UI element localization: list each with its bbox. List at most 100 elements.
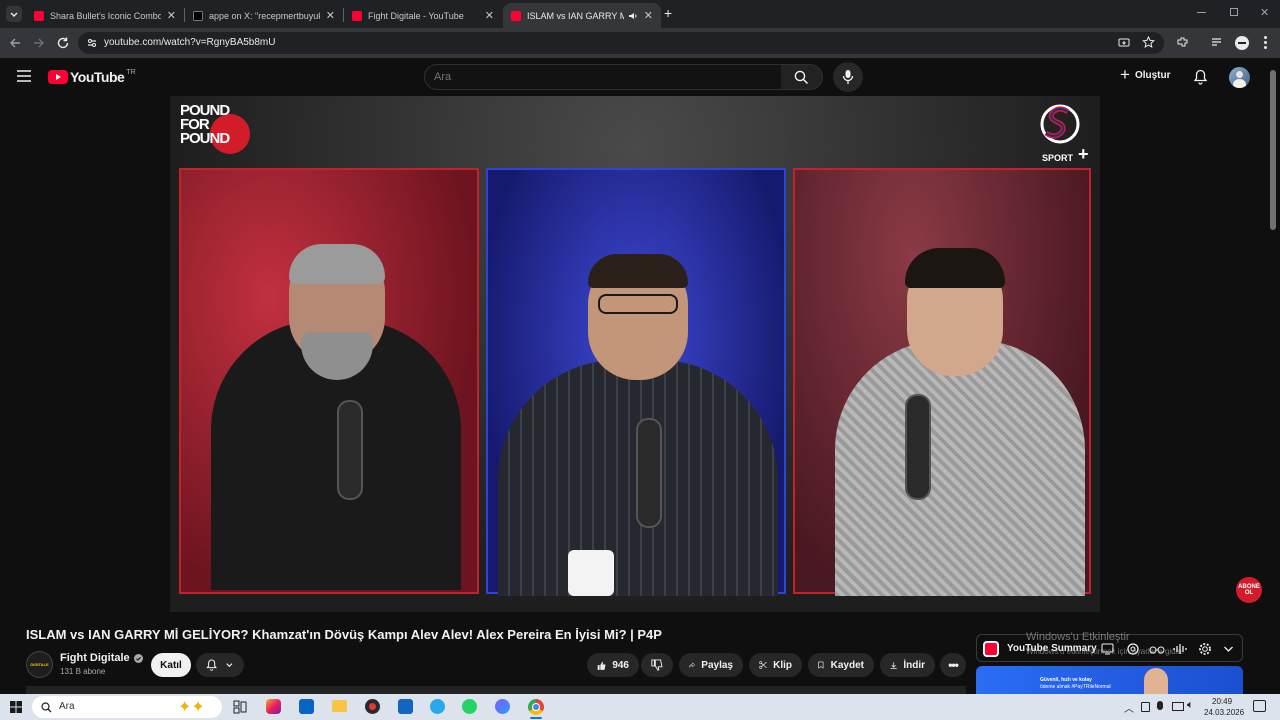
profile-icon[interactable] bbox=[1235, 36, 1249, 50]
create-button[interactable]: + Oluştur bbox=[1120, 65, 1171, 84]
share-button[interactable]: Paylaş bbox=[679, 653, 743, 677]
tab-close-icon[interactable]: ✕ bbox=[167, 9, 176, 22]
youtube-logo[interactable]: YouTube TR bbox=[48, 69, 136, 85]
settings-gear-icon[interactable] bbox=[1198, 642, 1212, 656]
watermark-line-2: Windows'u etkinleştirmek için Ayarlar'a … bbox=[1026, 647, 1185, 656]
taskbar-search-text: Ara bbox=[59, 701, 75, 712]
active-app-indicator bbox=[530, 717, 542, 719]
summary-logo-icon bbox=[983, 641, 999, 657]
messenger-icon[interactable] bbox=[495, 699, 510, 714]
minimize-button[interactable] bbox=[1197, 12, 1206, 13]
bookmark-star-icon[interactable] bbox=[1142, 36, 1155, 49]
ad-banner[interactable]: Güvenli, hızlı ve kolay ödeme almak #Pay… bbox=[976, 666, 1243, 694]
search-button[interactable] bbox=[781, 64, 823, 90]
tray-volume-icon[interactable]: 🔈︎ bbox=[1187, 699, 1194, 712]
tab-search-button[interactable] bbox=[6, 6, 22, 22]
browser-toolbar: youtube.com/watch?v=RgnyBA5b8mU bbox=[0, 28, 1280, 58]
account-avatar[interactable] bbox=[1229, 67, 1250, 88]
install-app-icon[interactable] bbox=[1118, 37, 1130, 49]
clip-label: Klip bbox=[773, 659, 792, 671]
browser-tab[interactable]: Fight Digitale - YouTube ✕ bbox=[344, 3, 502, 28]
dislike-button[interactable] bbox=[641, 653, 673, 677]
trello-icon[interactable] bbox=[398, 699, 413, 714]
task-view-icon[interactable] bbox=[233, 700, 247, 714]
forward-arrow-icon[interactable] bbox=[32, 36, 46, 50]
back-arrow-icon[interactable] bbox=[8, 36, 22, 50]
taskbar-date[interactable]: 24.03.2026 bbox=[1204, 708, 1244, 717]
tab-close-icon[interactable]: ✕ bbox=[644, 9, 653, 22]
youtube-favicon-icon bbox=[511, 10, 521, 21]
plus-icon: + bbox=[1120, 65, 1130, 84]
browser-tab[interactable]: Shara Bullet's Iconic Combo ✕ bbox=[26, 3, 184, 28]
close-window-button[interactable]: ✕ bbox=[1260, 6, 1269, 19]
windows-activation-watermark: Windows'u Etkinleştir Windows'u etkinleş… bbox=[1026, 631, 1184, 656]
tab-close-icon[interactable]: ✕ bbox=[485, 9, 494, 22]
notifications-center-icon[interactable] bbox=[1253, 700, 1266, 712]
like-button[interactable]: 946 bbox=[587, 653, 639, 677]
search-box[interactable] bbox=[424, 64, 782, 90]
bell-icon bbox=[206, 659, 217, 671]
outlook-icon[interactable] bbox=[299, 699, 314, 714]
site-info-icon[interactable] bbox=[86, 37, 98, 49]
abone-ol-badge[interactable]: ABONE OL bbox=[1236, 577, 1262, 603]
windows-start-icon[interactable] bbox=[10, 701, 22, 713]
browser-tab-strip: Shara Bullet's Iconic Combo ✕ appe on X:… bbox=[0, 0, 1280, 28]
scissors-icon bbox=[759, 661, 767, 669]
address-bar[interactable]: youtube.com/watch?v=RgnyBA5b8mU bbox=[78, 32, 1164, 54]
tray-display-icon[interactable] bbox=[1172, 702, 1184, 711]
save-button[interactable]: Kaydet bbox=[808, 653, 874, 677]
browser-tab[interactable]: appe on X: "recepmertbuyukad ✕ bbox=[185, 3, 343, 28]
subscribe-notifications-button[interactable] bbox=[196, 653, 244, 677]
restore-button[interactable] bbox=[1230, 8, 1238, 16]
tab-close-icon[interactable]: ✕ bbox=[326, 9, 335, 22]
new-tab-button[interactable]: + bbox=[664, 5, 672, 21]
voice-search-button[interactable] bbox=[833, 62, 863, 92]
s-sport-plus-logo: SPORT + bbox=[1036, 98, 1094, 164]
tab-title: Fight Digitale - YouTube bbox=[368, 10, 464, 21]
browser-menu-icon[interactable] bbox=[1264, 36, 1267, 50]
taskbar-search-box[interactable]: Ara ✦✦ bbox=[32, 696, 222, 718]
reload-icon[interactable] bbox=[56, 36, 70, 50]
tray-microphone-icon[interactable] bbox=[1157, 701, 1163, 710]
bookmark-icon bbox=[818, 661, 824, 669]
video-player[interactable]: POUND FOR POUND SPORT + bbox=[170, 96, 1100, 612]
chrome-icon[interactable] bbox=[528, 699, 544, 715]
chevron-down-icon[interactable] bbox=[1223, 644, 1234, 654]
download-label: İndir bbox=[903, 659, 925, 671]
hamburger-menu-icon[interactable] bbox=[17, 70, 31, 82]
extensions-icon[interactable] bbox=[1176, 36, 1189, 49]
tray-device-icon[interactable] bbox=[1141, 702, 1150, 712]
tab-title: Shara Bullet's Iconic Combo bbox=[50, 10, 161, 21]
notifications-bell-icon[interactable] bbox=[1193, 69, 1208, 85]
file-explorer-icon[interactable] bbox=[332, 700, 347, 712]
tray-chevron-icon[interactable]: ︿ bbox=[1124, 700, 1134, 715]
thumbs-down-icon bbox=[651, 658, 663, 671]
microphone-icon bbox=[842, 70, 854, 84]
instagram-icon[interactable] bbox=[266, 699, 281, 714]
channel-name[interactable]: Fight Digitale bbox=[60, 652, 143, 664]
browser-tab-active[interactable]: ISLAM vs IAN GARRY Mİ GE ✕ bbox=[503, 3, 661, 28]
below-video-divider bbox=[26, 686, 966, 694]
download-icon bbox=[890, 661, 897, 669]
ad-text-line-2: ödeme almak #PayTRileNormal bbox=[1040, 684, 1111, 690]
speaker-icon[interactable] bbox=[628, 11, 638, 21]
sport-text: SPORT bbox=[1042, 153, 1074, 163]
clip-button[interactable]: Klip bbox=[749, 653, 802, 677]
coffee-mug bbox=[568, 550, 614, 596]
app-icon-dark[interactable] bbox=[365, 699, 380, 714]
taskbar-time[interactable]: 20:49 bbox=[1212, 697, 1232, 706]
ad-text-line-1: Güvenli, hızlı ve kolay bbox=[1040, 677, 1092, 683]
abone-ol-text: ABONE OL bbox=[1238, 584, 1260, 596]
whatsapp-icon[interactable] bbox=[462, 699, 477, 714]
microphone-middle bbox=[636, 418, 662, 528]
download-button[interactable]: İndir bbox=[880, 653, 935, 677]
ad-person-image bbox=[1144, 668, 1168, 694]
search-input[interactable] bbox=[434, 71, 754, 83]
channel-avatar[interactable]: DIGITALE bbox=[26, 651, 53, 678]
page-scrollbar[interactable] bbox=[1270, 70, 1276, 230]
join-button[interactable]: Katıl bbox=[151, 653, 191, 677]
more-actions-button[interactable]: ••• bbox=[940, 653, 966, 677]
reading-list-icon[interactable] bbox=[1210, 36, 1223, 49]
video-panel-right bbox=[793, 168, 1091, 596]
telegram-icon[interactable] bbox=[430, 699, 445, 714]
